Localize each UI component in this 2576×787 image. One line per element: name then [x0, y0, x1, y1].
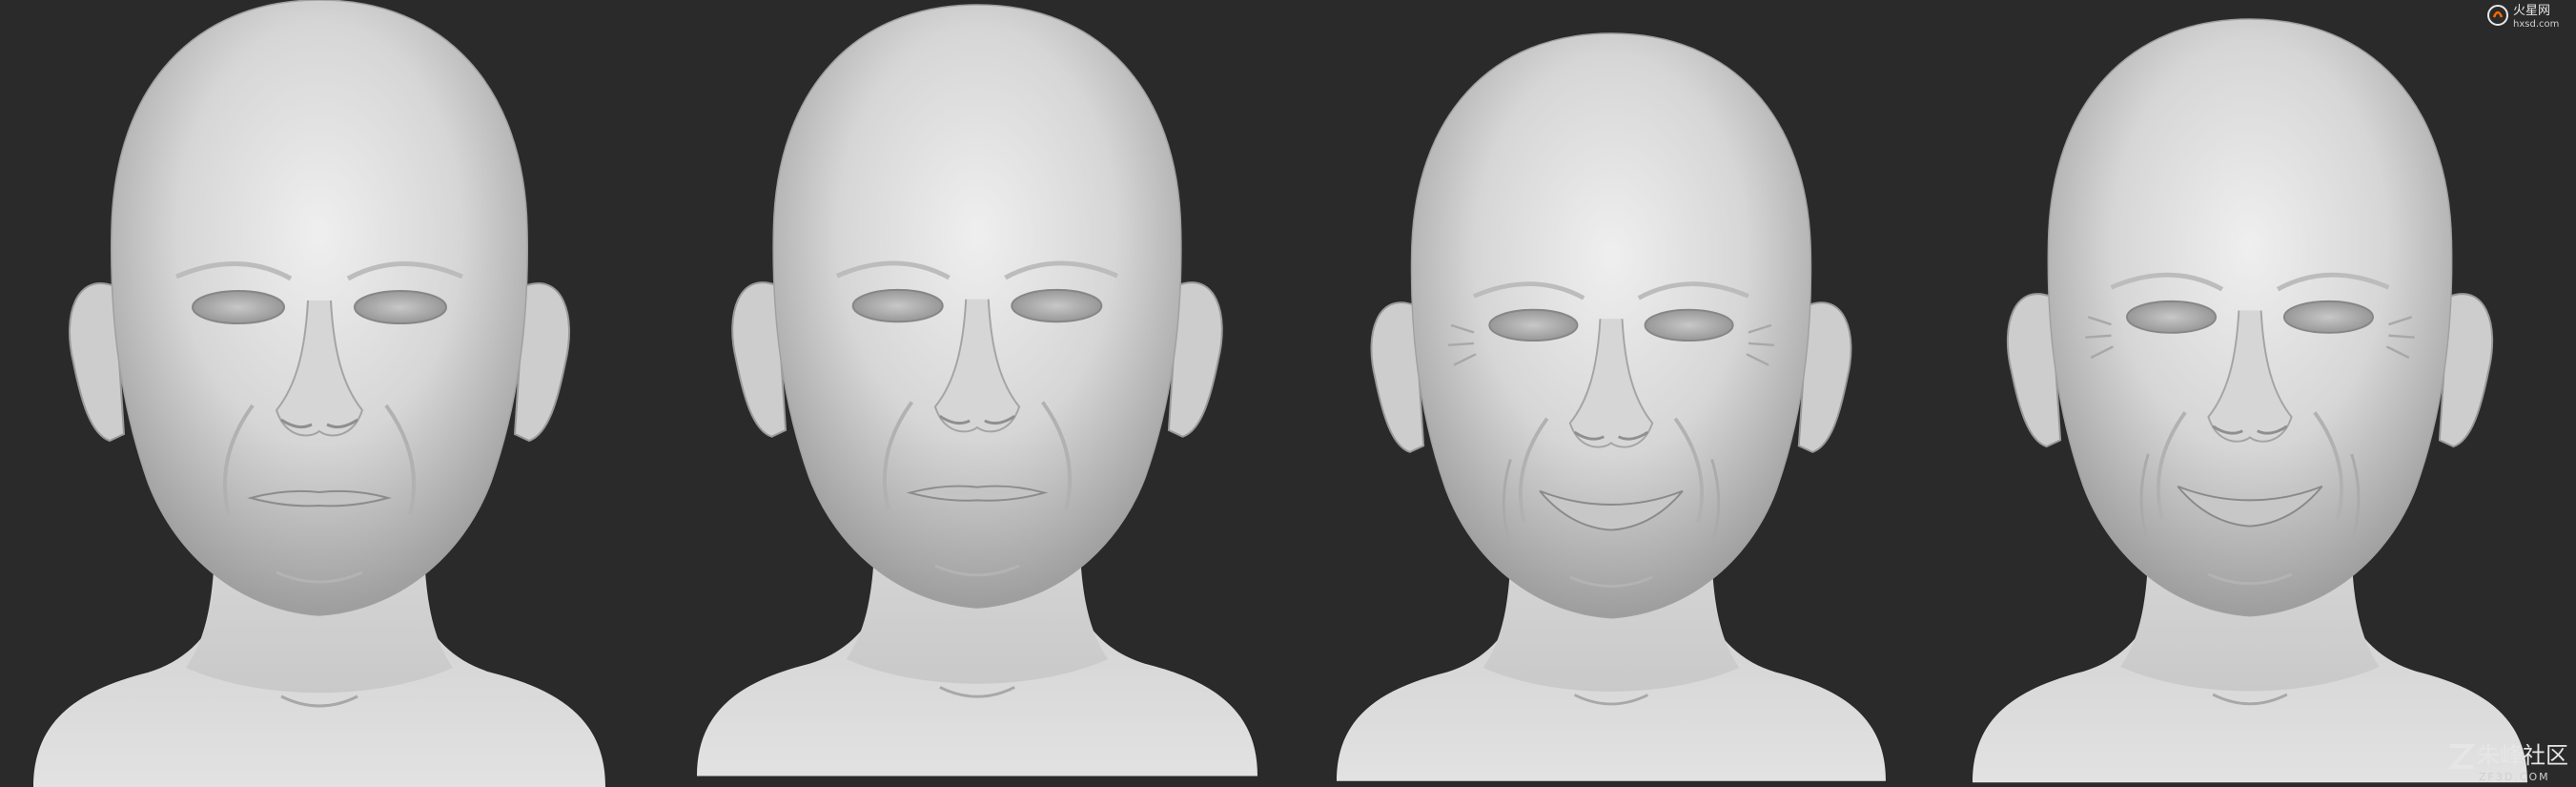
- zf3d-domain: ZF3D.COM: [2479, 771, 2550, 783]
- render-stage: 火星网 hxsd.com 朱峰社区 ZF3D.COM: [0, 0, 2576, 787]
- sculpt-render: 火星网 hxsd.com 朱峰社区 ZF3D.COM: [0, 0, 2568, 787]
- head-sculpt-4: [1973, 19, 2527, 782]
- zf3d-label: 朱峰社区: [2477, 742, 2568, 769]
- hxsd-domain: hxsd.com: [2513, 19, 2559, 30]
- hxsd-label: 火星网: [2513, 4, 2550, 18]
- head-sculpt-1: [33, 0, 605, 787]
- hxsd-logo-icon: [2487, 5, 2508, 26]
- head-sculpt-3: [1337, 33, 1886, 781]
- head-sculpt-2: [697, 5, 1257, 777]
- hxsd-watermark: 火星网 hxsd.com: [2487, 4, 2559, 30]
